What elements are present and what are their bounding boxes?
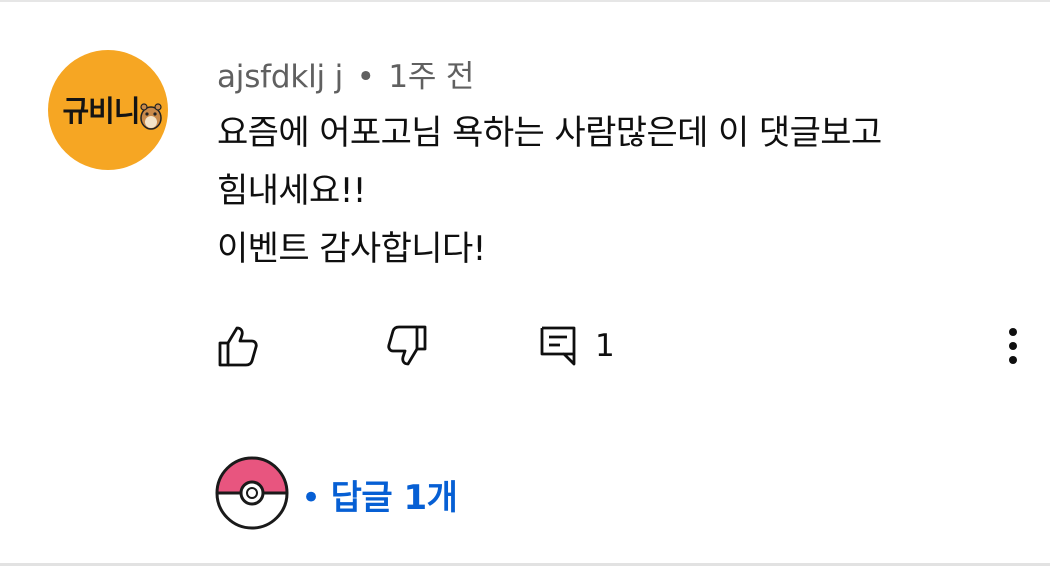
- pokeball-icon: [215, 456, 289, 530]
- author-name[interactable]: ajsfdklj j: [217, 59, 343, 95]
- like-button[interactable]: [217, 324, 259, 372]
- avatar-logo-text: 규비니: [62, 94, 140, 128]
- comment-time: 1주 전: [388, 59, 475, 95]
- more-vert-icon: [1009, 328, 1017, 364]
- character-icon: [140, 103, 162, 130]
- reply-button[interactable]: [538, 324, 580, 372]
- thumbs-up-icon: [218, 326, 258, 367]
- comment-text: 요즘에 어포고님 욕하는 사람많은데 이 댓글보고 힘내세요!! 이벤트 감사합…: [217, 104, 1017, 278]
- replies-count-text[interactable]: 답글 1개: [331, 478, 458, 518]
- comment-line: 힘내세요!!: [217, 171, 366, 211]
- replies-separator: •: [301, 478, 321, 518]
- comment-line: 요즘에 어포고님 욕하는 사람많은데 이 댓글보고: [217, 113, 882, 153]
- comment-meta: ajsfdklj j • 1주 전: [217, 51, 474, 96]
- author-avatar[interactable]: 규비니: [48, 50, 168, 170]
- comment-line: 이벤트 감사합니다!: [217, 229, 486, 269]
- replies-label[interactable]: • 답글 1개: [301, 470, 458, 519]
- reply-comment-icon: [540, 326, 576, 366]
- reply-count: 1: [595, 328, 615, 364]
- thumbs-down-icon: [387, 325, 427, 366]
- top-divider: [0, 0, 1050, 2]
- dislike-button[interactable]: [386, 324, 428, 372]
- meta-separator: •: [356, 59, 375, 95]
- more-options-button[interactable]: [1006, 324, 1020, 372]
